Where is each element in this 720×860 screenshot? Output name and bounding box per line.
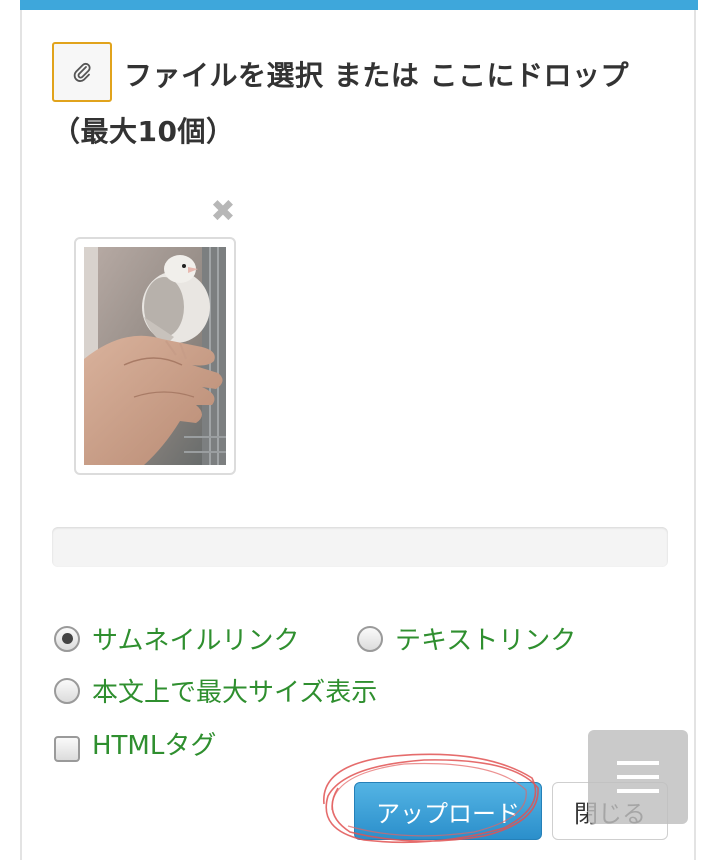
checkbox[interactable]: [54, 736, 80, 762]
top-accent-bar: [20, 0, 698, 10]
hamburger-menu-icon: [617, 789, 659, 793]
upload-button[interactable]: アップロード: [354, 782, 542, 840]
checkbox-html-tag[interactable]: HTMLタグ: [54, 724, 216, 762]
radio-button[interactable]: [357, 625, 383, 652]
hamburger-menu-icon: [617, 775, 659, 779]
radio-label-thumbnail-link: サムネイルリンク: [92, 626, 300, 656]
radio-button[interactable]: [54, 625, 80, 652]
attach-file-button[interactable]: [52, 42, 112, 102]
hamburger-menu-icon: [617, 761, 659, 765]
radio-max-size-display[interactable]: 本文上で最大サイズ表示: [54, 672, 377, 709]
radio-selected-dot: [61, 633, 73, 644]
hamburger-menu-button[interactable]: [588, 730, 688, 824]
radio-text-link[interactable]: テキストリンク: [357, 620, 576, 657]
radio-label-max-size-display: 本文上で最大サイズ表示: [92, 678, 378, 708]
thumbnail-card: [74, 237, 236, 475]
remove-thumbnail-button[interactable]: ✖: [208, 197, 238, 227]
checkbox-label-html-tag: HTMLタグ: [92, 730, 217, 761]
radio-button[interactable]: [54, 677, 80, 704]
upload-progress-bar: [52, 527, 668, 567]
paperclip-icon: [71, 61, 93, 83]
radio-thumbnail-link[interactable]: サムネイルリンク: [54, 620, 299, 657]
thumbnail-image: [84, 247, 226, 465]
radio-label-text-link: テキストリンク: [395, 626, 577, 656]
drop-zone-label[interactable]: ファイルを選択 または ここにドロップ（最大10個）: [52, 48, 677, 160]
